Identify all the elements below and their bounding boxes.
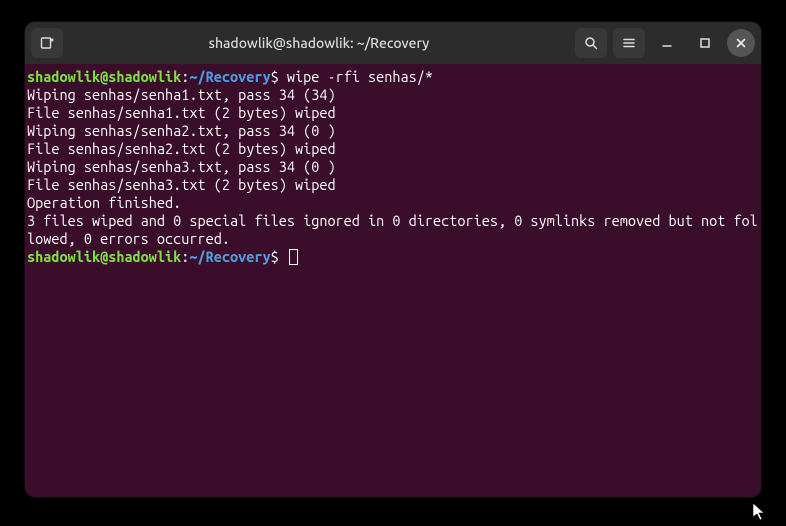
output-line: File senhas/senha2.txt (2 bytes) wiped [27, 140, 759, 158]
prompt-path: ~/Recovery [189, 248, 270, 265]
command-text: wipe -rfi senhas/* [279, 68, 433, 85]
prompt-user: shadowlik@shadowlik [27, 248, 181, 265]
output-line: File senhas/senha3.txt (2 bytes) wiped [27, 176, 759, 194]
titlebar: shadowlik@shadowlik: ~/Recovery [25, 22, 761, 64]
menu-button[interactable] [613, 28, 645, 58]
close-button[interactable] [727, 29, 755, 57]
prompt-symbol: $ [271, 68, 279, 85]
window-title: shadowlik@shadowlik: ~/Recovery [69, 35, 569, 51]
prompt-symbol: $ [271, 248, 279, 265]
output-line: Wiping senhas/senha2.txt, pass 34 (0 ) [27, 122, 759, 140]
cursor [289, 249, 298, 265]
output-line: 3 files wiped and 0 special files ignore… [27, 212, 759, 248]
prompt-user: shadowlik@shadowlik [27, 68, 181, 85]
close-icon [735, 37, 747, 49]
minimize-button[interactable] [651, 28, 683, 58]
output-line: Wiping senhas/senha1.txt, pass 34 (34) [27, 86, 759, 104]
search-button[interactable] [575, 28, 607, 58]
search-icon [583, 35, 599, 51]
terminal-body[interactable]: shadowlik@shadowlik:~/Recovery$ wipe -rf… [25, 64, 761, 270]
menu-icon [621, 35, 637, 51]
prompt-line-2: shadowlik@shadowlik:~/Recovery$ [27, 248, 759, 266]
maximize-button[interactable] [689, 28, 721, 58]
mouse-pointer-icon [752, 502, 768, 522]
maximize-icon [698, 36, 712, 50]
minimize-icon [660, 36, 674, 50]
prompt-line-1: shadowlik@shadowlik:~/Recovery$ wipe -rf… [27, 68, 759, 86]
output-line: File senhas/senha1.txt (2 bytes) wiped [27, 104, 759, 122]
output-line: Wiping senhas/senha3.txt, pass 34 (0 ) [27, 158, 759, 176]
new-tab-icon [39, 35, 55, 51]
new-tab-button[interactable] [31, 28, 63, 58]
terminal-window: shadowlik@shadowlik: ~/Recovery [25, 22, 761, 497]
prompt-path: ~/Recovery [189, 68, 270, 85]
output-line: Operation finished. [27, 194, 759, 212]
